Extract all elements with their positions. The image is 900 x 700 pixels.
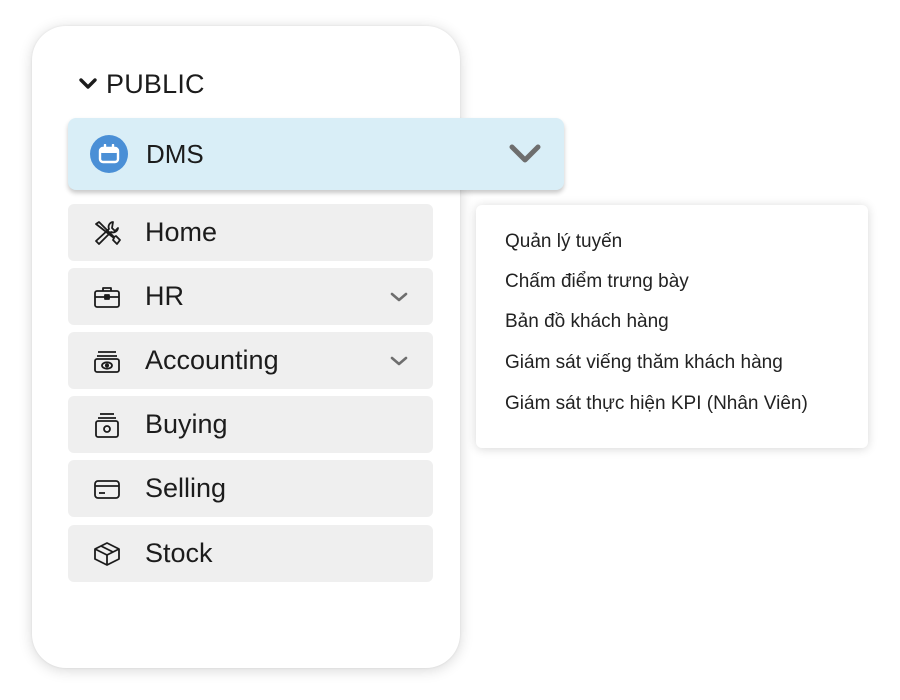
- sidebar-item-stock[interactable]: Stock: [68, 525, 433, 582]
- sidebar-item-dms[interactable]: DMS: [68, 118, 564, 190]
- sidebar-item-label: Buying: [145, 409, 228, 439]
- briefcase-icon: [92, 283, 122, 311]
- sidebar-item-label: Selling: [145, 473, 227, 503]
- submenu-item-visit-monitoring[interactable]: Giám sát viếng thăm khách hàng: [505, 352, 783, 374]
- tools-icon: [92, 219, 122, 247]
- calendar-icon: [90, 135, 128, 173]
- submenu-item-display-scoring[interactable]: Chấm điểm trưng bày: [505, 271, 689, 293]
- chevron-down-icon[interactable]: [388, 290, 410, 309]
- sidebar-item-selling[interactable]: Selling: [68, 460, 433, 517]
- submenu-item-route-management[interactable]: Quản lý tuyến: [505, 231, 622, 253]
- coin-box-icon: [92, 411, 122, 439]
- chevron-down-icon[interactable]: [388, 354, 410, 373]
- sidebar-item-hr[interactable]: HR: [68, 268, 433, 325]
- submenu-item-customer-map[interactable]: Bản đồ khách hàng: [505, 311, 669, 333]
- chevron-down-icon: [78, 77, 98, 91]
- chevron-down-icon[interactable]: [508, 143, 542, 170]
- sidebar-item-label: Home: [145, 217, 218, 247]
- section-header-public[interactable]: PUBLIC: [78, 64, 205, 104]
- box-icon: [92, 540, 122, 568]
- sidebar-item-label: HR: [145, 281, 184, 311]
- sidebar-item-label: Stock: [145, 538, 213, 568]
- dms-submenu: Quản lý tuyến Chấm điểm trưng bày Bản đồ…: [476, 205, 868, 448]
- section-title: PUBLIC: [106, 68, 205, 99]
- cash-icon: [92, 347, 122, 375]
- sidebar-item-accounting[interactable]: Accounting: [68, 332, 433, 389]
- sidebar-item-label: DMS: [146, 138, 204, 169]
- sidebar-item-home[interactable]: Home: [68, 204, 433, 261]
- sidebar-item-buying[interactable]: Buying: [68, 396, 433, 453]
- sidebar-item-label: Accounting: [145, 345, 279, 375]
- submenu-item-kpi-monitoring[interactable]: Giám sát thực hiện KPI (Nhân Viên): [505, 393, 808, 415]
- card-icon: [92, 475, 122, 503]
